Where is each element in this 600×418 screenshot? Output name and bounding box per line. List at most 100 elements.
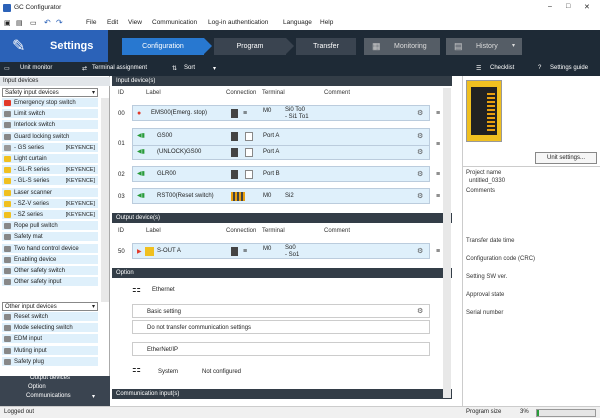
palette-item[interactable]: Rope pull switch — [2, 221, 98, 232]
sort-button[interactable]: Sort — [184, 65, 195, 71]
program-size-fill — [537, 410, 539, 416]
palette-item[interactable]: Emergency stop switch — [2, 98, 98, 108]
folder-icon[interactable]: ▤ — [16, 19, 23, 27]
device-icon — [4, 223, 11, 230]
unit-settings-button[interactable]: Unit settings... — [535, 152, 597, 164]
ethernetip-row[interactable]: EtherNet/IP — [132, 342, 430, 356]
step-program[interactable]: Program — [214, 38, 286, 55]
drag-handle-icon[interactable]: ≡ — [436, 141, 440, 148]
palette-scrollbar[interactable] — [101, 98, 109, 302]
close-button[interactable]: ✕ — [584, 3, 590, 11]
menu-communication[interactable]: Communication — [152, 19, 197, 26]
menu-file[interactable]: File — [86, 19, 96, 26]
device-icon — [4, 111, 11, 118]
drag-handle-icon[interactable]: ≡ — [436, 248, 440, 255]
gear-icon[interactable]: ⚙ — [417, 132, 423, 140]
palette-item[interactable]: - SZ series [KEYENCE] — [2, 210, 98, 220]
palette-item[interactable]: Laser scanner — [2, 187, 98, 198]
new-icon[interactable]: ▭ — [30, 19, 37, 27]
gear-icon[interactable]: ⚙ — [417, 307, 423, 315]
category-select[interactable]: Safety input devices ▾ — [2, 88, 98, 97]
gear-icon[interactable]: ⚙ — [417, 247, 423, 255]
palette-item[interactable]: Enabling device — [2, 254, 98, 265]
unit-monitor-button[interactable]: Unit monitor — [20, 65, 52, 71]
terminal-2: - So1 — [285, 252, 300, 258]
palette-item[interactable]: - GS series [KEYENCE] — [2, 142, 98, 153]
palette-item[interactable]: Reset switch — [2, 312, 98, 322]
menu-login-auth[interactable]: Log-in authentication — [208, 19, 268, 26]
checklist-button[interactable]: Checklist — [490, 65, 514, 71]
output-row[interactable]: ▶ S-OUT A ≡ M0 So0 - So1 ⚙ — [132, 243, 430, 259]
footer-communications[interactable]: Communications — [26, 393, 71, 399]
menu-view[interactable]: View — [128, 19, 142, 26]
palette-item[interactable]: Other safety input — [2, 277, 98, 288]
step-configuration[interactable]: Configuration — [122, 38, 204, 55]
input-row[interactable]: ◀▮ GLR00 Port B ⚙ — [132, 166, 430, 182]
input-label: EMS00(Emerg. stop) — [151, 110, 208, 116]
col-label: Label — [146, 228, 161, 234]
gear-icon[interactable]: ⚙ — [417, 148, 423, 156]
sort-icon: ⇅ — [172, 66, 178, 72]
monitoring-button[interactable]: ▦ Monitoring — [364, 38, 440, 55]
palette-item[interactable]: Muting input — [2, 345, 98, 356]
terminal-2: - Si1 To1 — [285, 114, 309, 120]
input-row[interactable]: ◀▮ RST00(Reset switch) M0 Si2 ⚙ — [132, 188, 430, 204]
palette-item[interactable]: Mode selecting switch — [2, 323, 98, 334]
gear-icon[interactable]: ⚙ — [417, 170, 423, 178]
step-transfer[interactable]: Transfer — [296, 38, 356, 55]
col-terminal: Terminal — [262, 90, 285, 96]
device-icon — [4, 245, 11, 252]
palette-item[interactable]: Two hand control device — [2, 243, 98, 254]
palette-item[interactable]: Limit switch — [2, 109, 98, 120]
gear-icon[interactable]: ⚙ — [417, 109, 423, 117]
terminal-assignment-button[interactable]: Terminal assignment — [92, 65, 147, 71]
palette-footer: Output devices Option Communications ▾ — [0, 375, 110, 406]
palette-item[interactable]: Interlock switch — [2, 120, 98, 131]
drag-handle-icon[interactable]: ≡ — [436, 193, 440, 200]
history-button[interactable]: ▤ History ▾ — [446, 38, 522, 55]
input-row[interactable]: ◀▮ GS00 Port A ⚙ ◀▮ (UNLOCK)GS00 Port A … — [132, 128, 430, 160]
device-icon — [4, 156, 11, 162]
settings-guide-button[interactable]: Settings guide — [550, 65, 588, 71]
setting-sw-label: Setting SW ver. — [466, 274, 508, 280]
chevron-down-icon[interactable]: ▾ — [213, 65, 216, 72]
gear-icon[interactable]: ⚙ — [417, 192, 423, 200]
palette-item[interactable]: - GL-S series [KEYENCE] — [2, 176, 98, 187]
menu-help[interactable]: Help — [320, 19, 333, 26]
undo-icon[interactable]: ↶ — [44, 18, 51, 27]
output-column-headers: ID Label Connection Terminal Comment — [112, 228, 442, 238]
drag-handle-icon[interactable]: ≡ — [436, 171, 440, 178]
palette-item-label: Light curtain — [14, 156, 47, 162]
drag-handle-icon[interactable]: ≡ — [436, 110, 440, 117]
minimize-button[interactable]: – — [548, 3, 552, 10]
palette-item[interactable]: Light curtain — [2, 154, 98, 164]
palette-item[interactable]: EDM input — [2, 334, 98, 345]
palette-item[interactable]: - SZ-V series [KEYENCE] — [2, 198, 98, 209]
light-curtain-icon: ◀▮ — [137, 171, 145, 177]
palette-item-label: Safety mat — [14, 234, 43, 241]
palette-item[interactable]: - GL-R series [KEYENCE] — [2, 165, 98, 176]
palette-item[interactable]: Guard locking switch — [2, 131, 98, 142]
menu-language[interactable]: Language — [283, 19, 312, 26]
palette-item[interactable]: Safety plug — [2, 356, 98, 367]
unit-image — [466, 80, 502, 142]
footer-output-devices[interactable]: Output devices — [30, 375, 70, 381]
device-icon — [4, 325, 11, 332]
redo-icon[interactable]: ↷ — [56, 18, 63, 27]
menu-edit[interactable]: Edit — [107, 19, 118, 26]
category-select-2[interactable]: Other input devices ▾ — [2, 302, 98, 311]
main-scrollbar[interactable] — [443, 88, 451, 398]
no-transfer-row[interactable]: Do not transfer communication settings — [132, 320, 430, 334]
palette-item[interactable]: Other safety switch — [2, 266, 98, 276]
save-icon[interactable]: ▣ — [4, 19, 11, 27]
col-comment: Comment — [324, 90, 351, 96]
input-row[interactable]: ● EMS00(Emerg. stop) ≡ M0 Si0 To0 - Si1 … — [132, 105, 430, 121]
interlock-icon: ◀▮ — [137, 133, 145, 139]
chevron-down-icon[interactable]: ▾ — [92, 393, 95, 400]
palette-item[interactable]: Safety mat — [2, 232, 98, 243]
basic-setting-row[interactable]: Basic setting ⚙ — [132, 304, 430, 318]
palette-item-label: Two hand control device — [14, 245, 79, 252]
footer-option[interactable]: Option — [28, 384, 46, 390]
maximize-button[interactable]: □ — [566, 3, 570, 10]
palette-item-label: Mode selecting switch — [14, 325, 73, 332]
